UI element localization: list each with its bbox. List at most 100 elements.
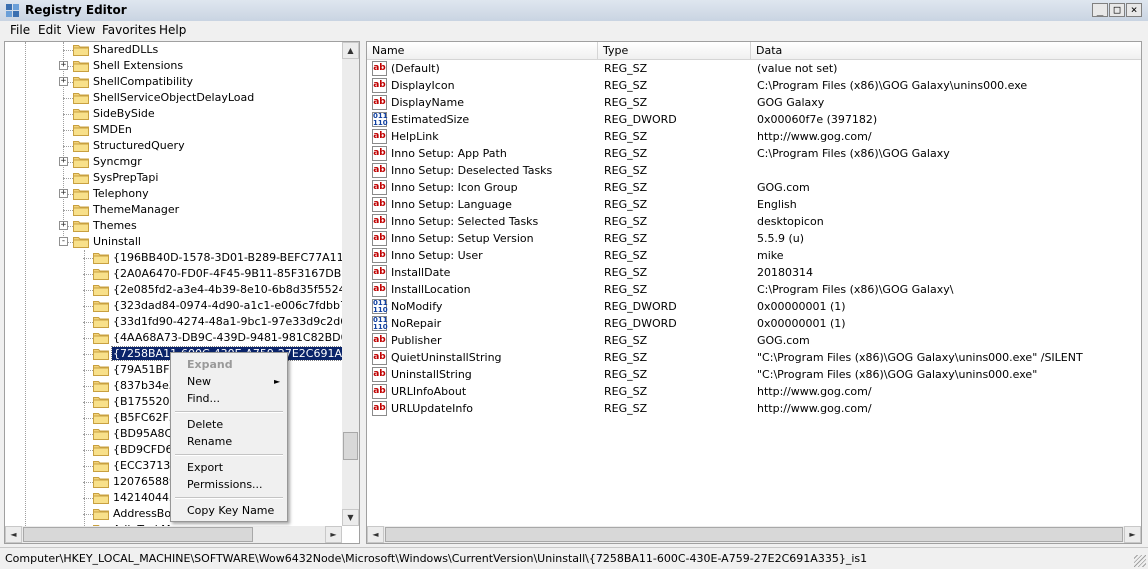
folder-icon bbox=[73, 235, 89, 248]
scroll-up-icon[interactable]: ▲ bbox=[342, 42, 359, 59]
tree-node[interactable]: {2e085fd2-a3e4-4b39-8e10-6b8d35f55244} bbox=[79, 282, 359, 298]
tree-node[interactable]: {196BB40D-1578-3D01-B289-BEFC77A11A1E} bbox=[79, 250, 359, 266]
menu-item-find[interactable]: Find... bbox=[187, 392, 220, 405]
scroll-right-icon[interactable]: ► bbox=[325, 526, 342, 543]
tree-node[interactable]: {323dad84-0974-4d90-a1c1-e006c7fdbb7d} bbox=[79, 298, 359, 314]
menu-item-rename[interactable]: Rename bbox=[187, 435, 232, 448]
scroll-down-icon[interactable]: ▼ bbox=[342, 509, 359, 526]
table-row[interactable]: ab Inno Setup: Setup Version REG_SZ 5.5.9 (… bbox=[367, 230, 1141, 247]
tree-vertical-scrollbar[interactable]: ▲ ▼ bbox=[342, 42, 359, 526]
tree-scroll-thumb[interactable] bbox=[343, 432, 358, 460]
status-key-path: Computer\HKEY_LOCAL_MACHINE\SOFTWARE\Wow… bbox=[5, 552, 868, 565]
table-row[interactable]: ab HelpLink REG_SZ http://www.gog.com/ bbox=[367, 128, 1141, 145]
menu-item-copy-key-name[interactable]: Copy Key Name bbox=[187, 504, 274, 517]
list-hscroll-thumb[interactable] bbox=[385, 527, 1123, 542]
tree-node[interactable]: ShellServiceObjectDelayLoad bbox=[59, 90, 349, 106]
menu-favorites[interactable]: Favorites bbox=[102, 23, 156, 37]
scroll-left-icon[interactable]: ◄ bbox=[367, 526, 384, 543]
scroll-left-icon[interactable]: ◄ bbox=[5, 526, 22, 543]
tree-node[interactable]: + Themes bbox=[59, 218, 349, 234]
close-button[interactable]: × bbox=[1126, 3, 1142, 17]
tree-node[interactable]: + Shell Extensions bbox=[59, 58, 349, 74]
value-name-cell: (Default) bbox=[391, 62, 440, 75]
table-row[interactable]: ab Inno Setup: Icon Group REG_SZ GOG.com bbox=[367, 179, 1141, 196]
column-header-type[interactable]: Type bbox=[598, 42, 751, 59]
tree-node[interactable]: SMDEn bbox=[59, 122, 349, 138]
expand-icon[interactable]: + bbox=[59, 221, 68, 230]
value-data-cell: 0x00000001 (1) bbox=[757, 317, 846, 330]
table-row[interactable]: ab DisplayName REG_SZ GOG Galaxy bbox=[367, 94, 1141, 111]
tree-node[interactable]: - Uninstall bbox=[59, 234, 349, 250]
tree-hscroll-thumb[interactable] bbox=[23, 527, 253, 542]
minimize-button[interactable]: _ bbox=[1092, 3, 1108, 17]
table-row[interactable]: 011 110 NoRepair REG_DWORD 0x00000001 (1) bbox=[367, 315, 1141, 332]
table-row[interactable]: ab Inno Setup: Selected Tasks REG_SZ deskto… bbox=[367, 213, 1141, 230]
expand-icon[interactable]: + bbox=[59, 77, 68, 86]
value-type-cell: REG_SZ bbox=[604, 130, 648, 143]
string-value-icon: ab bbox=[372, 197, 387, 212]
value-type-cell: REG_DWORD bbox=[604, 113, 677, 126]
value-data-cell: "C:\Program Files (x86)\GOG Galaxy\unins… bbox=[757, 368, 1038, 381]
expand-icon[interactable]: + bbox=[59, 61, 68, 70]
tree-node[interactable]: + Syncmgr bbox=[59, 154, 349, 170]
resize-grip-icon[interactable] bbox=[1134, 555, 1146, 567]
column-header-name[interactable]: Name bbox=[367, 42, 598, 59]
table-row[interactable]: ab DisplayIcon REG_SZ C:\Program Files (x86… bbox=[367, 77, 1141, 94]
menu-item-delete[interactable]: Delete bbox=[187, 418, 223, 431]
table-row[interactable]: ab InstallLocation REG_SZ C:\Program Files … bbox=[367, 281, 1141, 298]
table-row[interactable]: ab Inno Setup: User REG_SZ mike bbox=[367, 247, 1141, 264]
tree-node[interactable]: {2A0A6470-FD0F-4F45-9B11-85F3167DB943} bbox=[79, 266, 359, 282]
tree-horizontal-scrollbar[interactable]: ◄ ► bbox=[5, 526, 342, 543]
collapse-icon[interactable]: - bbox=[59, 237, 68, 246]
table-row[interactable]: ab QuietUninstallString REG_SZ "C:\Program … bbox=[367, 349, 1141, 366]
table-row[interactable]: ab UninstallString REG_SZ "C:\Program Files… bbox=[367, 366, 1141, 383]
table-row[interactable]: ab (Default) REG_SZ (value not set) bbox=[367, 60, 1141, 77]
table-row[interactable]: ab Publisher REG_SZ GOG.com bbox=[367, 332, 1141, 349]
maximize-button[interactable]: □ bbox=[1109, 3, 1125, 17]
tree-node[interactable]: StructuredQuery bbox=[59, 138, 349, 154]
table-row[interactable]: 011 110 EstimatedSize REG_DWORD 0x00060f7e … bbox=[367, 111, 1141, 128]
tree-node[interactable]: + ShellCompatibility bbox=[59, 74, 349, 90]
table-row[interactable]: ab Inno Setup: Language REG_SZ English bbox=[367, 196, 1141, 213]
menu-file[interactable]: File bbox=[10, 23, 30, 37]
menu-item-permissions[interactable]: Permissions... bbox=[187, 478, 263, 491]
value-data-cell: 5.5.9 (u) bbox=[757, 232, 805, 245]
tree-node-label: Shell Extensions bbox=[93, 59, 184, 72]
registry-values-list[interactable]: Name Type Data ab (Default) REG_SZ (value n… bbox=[366, 41, 1142, 544]
table-row[interactable]: ab Inno Setup: Deselected Tasks REG_SZ bbox=[367, 162, 1141, 179]
tree-node[interactable]: {33d1fd90-4274-48a1-9bc1-97e33d9c2d6f} bbox=[79, 314, 359, 330]
value-name-cell: InstallLocation bbox=[391, 283, 471, 296]
tree-node-label: Uninstall bbox=[93, 235, 141, 248]
tree-node[interactable]: SharedDLLs bbox=[59, 42, 349, 58]
value-name-cell: HelpLink bbox=[391, 130, 439, 143]
table-row[interactable]: ab URLInfoAbout REG_SZ http://www.gog.com/ bbox=[367, 383, 1141, 400]
table-row[interactable]: ab URLUpdateInfo REG_SZ http://www.gog.com/ bbox=[367, 400, 1141, 417]
tree-node[interactable]: ThemeManager bbox=[59, 202, 349, 218]
list-horizontal-scrollbar[interactable]: ◄ ► bbox=[367, 526, 1141, 543]
folder-icon bbox=[73, 91, 89, 104]
tree-node[interactable]: SysPrepTapi bbox=[59, 170, 349, 186]
tree-node-label: Telephony bbox=[93, 187, 149, 200]
expand-icon[interactable]: + bbox=[59, 189, 68, 198]
folder-icon bbox=[93, 427, 109, 440]
value-name-cell: DisplayName bbox=[391, 96, 464, 109]
string-value-icon: ab bbox=[372, 214, 387, 229]
menu-help[interactable]: Help bbox=[159, 23, 186, 37]
menu-item-export[interactable]: Export bbox=[187, 461, 223, 474]
tree-node[interactable]: SideBySide bbox=[59, 106, 349, 122]
menu-item-new[interactable]: New bbox=[187, 375, 211, 388]
table-row[interactable]: ab InstallDate REG_SZ 20180314 bbox=[367, 264, 1141, 281]
tree-node[interactable]: {4AA68A73-DB9C-439D-9481-981C82BD008B} bbox=[79, 330, 359, 346]
string-value-icon: ab bbox=[372, 248, 387, 263]
folder-icon bbox=[73, 187, 89, 200]
tree-node[interactable]: + Telephony bbox=[59, 186, 349, 202]
table-row[interactable]: ab Inno Setup: App Path REG_SZ C:\Program F… bbox=[367, 145, 1141, 162]
expand-icon[interactable]: + bbox=[59, 157, 68, 166]
menu-view[interactable]: View bbox=[67, 23, 95, 37]
value-data-cell: http://www.gog.com/ bbox=[757, 130, 872, 143]
column-header-data[interactable]: Data bbox=[751, 42, 1141, 59]
scroll-right-icon[interactable]: ► bbox=[1124, 526, 1141, 543]
tree-node-label: AddressBoo bbox=[113, 507, 178, 520]
menu-edit[interactable]: Edit bbox=[38, 23, 61, 37]
table-row[interactable]: 011 110 NoModify REG_DWORD 0x00000001 (1) bbox=[367, 298, 1141, 315]
